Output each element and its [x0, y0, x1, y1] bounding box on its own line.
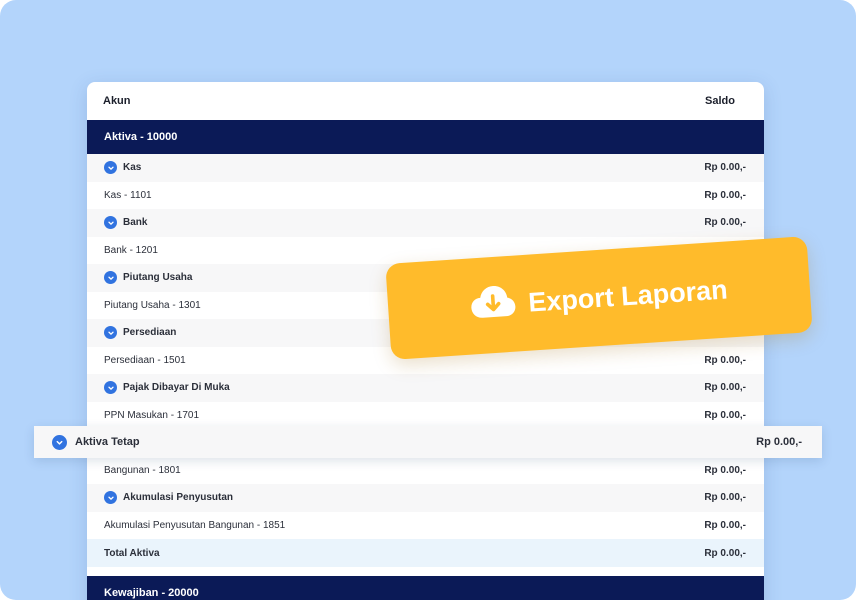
row-label: Piutang Usaha	[123, 272, 193, 284]
group-row[interactable]: Kas Rp 0.00,-	[87, 154, 764, 182]
row-label: Akumulasi Penyusutan	[123, 492, 234, 504]
row-label: Kas - 1101	[104, 189, 152, 201]
total-amount: Rp 0.00,-	[704, 547, 746, 559]
row-label: Persediaan - 1501	[104, 354, 186, 366]
row-label: Kas	[123, 162, 142, 174]
row-amount: Rp 0.00,-	[704, 519, 746, 531]
background-frame: Akun Saldo Aktiva - 10000 Kas Rp 0.00,- Ka…	[0, 0, 856, 600]
row-amount: Rp 0.00,-	[704, 409, 746, 421]
row-label: Bank - 1201	[104, 244, 158, 256]
dragged-group-row[interactable]: Aktiva Tetap Rp 0.00,-	[34, 426, 822, 458]
row-label: Persediaan	[123, 327, 177, 339]
cloud-download-icon	[469, 282, 518, 328]
table-header: Akun Saldo	[87, 82, 764, 120]
row-label: Bank	[123, 217, 148, 229]
section-header-aktiva[interactable]: Aktiva - 10000	[87, 120, 764, 154]
section-header-kewajiban[interactable]: Kewajiban - 20000	[87, 576, 764, 600]
account-row: PPN Masukan - 1701 Rp 0.00,-	[87, 401, 764, 429]
row-label: Aktiva Tetap	[75, 436, 140, 448]
chevron-down-icon[interactable]	[104, 216, 117, 230]
column-header-account: Akun	[103, 95, 131, 107]
group-row[interactable]: Akumulasi Penyusutan Rp 0.00,-	[87, 484, 764, 512]
row-amount: Rp 0.00,-	[704, 464, 746, 476]
total-label: Total Aktiva	[104, 547, 160, 559]
row-label: PPN Masukan - 1701	[104, 409, 200, 421]
chevron-down-icon[interactable]	[104, 491, 117, 505]
account-row: Bangunan - 1801 Rp 0.00,-	[87, 456, 764, 484]
chevron-down-icon[interactable]	[104, 326, 117, 340]
row-amount: Rp 0.00,-	[704, 492, 746, 504]
row-label: Akumulasi Penyusutan Bangunan - 1851	[104, 519, 286, 531]
chevron-down-icon[interactable]	[104, 161, 117, 175]
chevron-down-icon[interactable]	[104, 381, 117, 395]
section-title: Kewajiban - 20000	[104, 587, 199, 599]
row-amount: Rp 0.00,-	[704, 162, 746, 174]
total-row: Total Aktiva Rp 0.00,-	[87, 539, 764, 567]
group-row[interactable]: Pajak Dibayar Di Muka Rp 0.00,-	[87, 374, 764, 402]
chevron-down-icon[interactable]	[52, 434, 67, 450]
row-label: Piutang Usaha - 1301	[104, 299, 201, 311]
chevron-down-icon[interactable]	[104, 271, 117, 285]
account-row: Kas - 1101 Rp 0.00,-	[87, 181, 764, 209]
column-header-balance: Saldo	[705, 95, 735, 107]
account-row: Akumulasi Penyusutan Bangunan - 1851 Rp 0…	[87, 511, 764, 539]
row-label: Bangunan - 1801	[104, 464, 181, 476]
row-amount: Rp 0.00,-	[704, 189, 746, 201]
row-amount: Rp 0.00,-	[704, 217, 746, 229]
row-amount: Rp 0.00,-	[756, 436, 802, 448]
row-amount: Rp 0.00,-	[704, 354, 746, 366]
row-amount: Rp 0.00,-	[704, 382, 746, 394]
group-row[interactable]: Bank Rp 0.00,-	[87, 209, 764, 237]
row-label: Pajak Dibayar Di Muka	[123, 382, 230, 394]
section-title: Aktiva - 10000	[104, 131, 178, 143]
export-button-label: Export Laporan	[527, 274, 729, 318]
